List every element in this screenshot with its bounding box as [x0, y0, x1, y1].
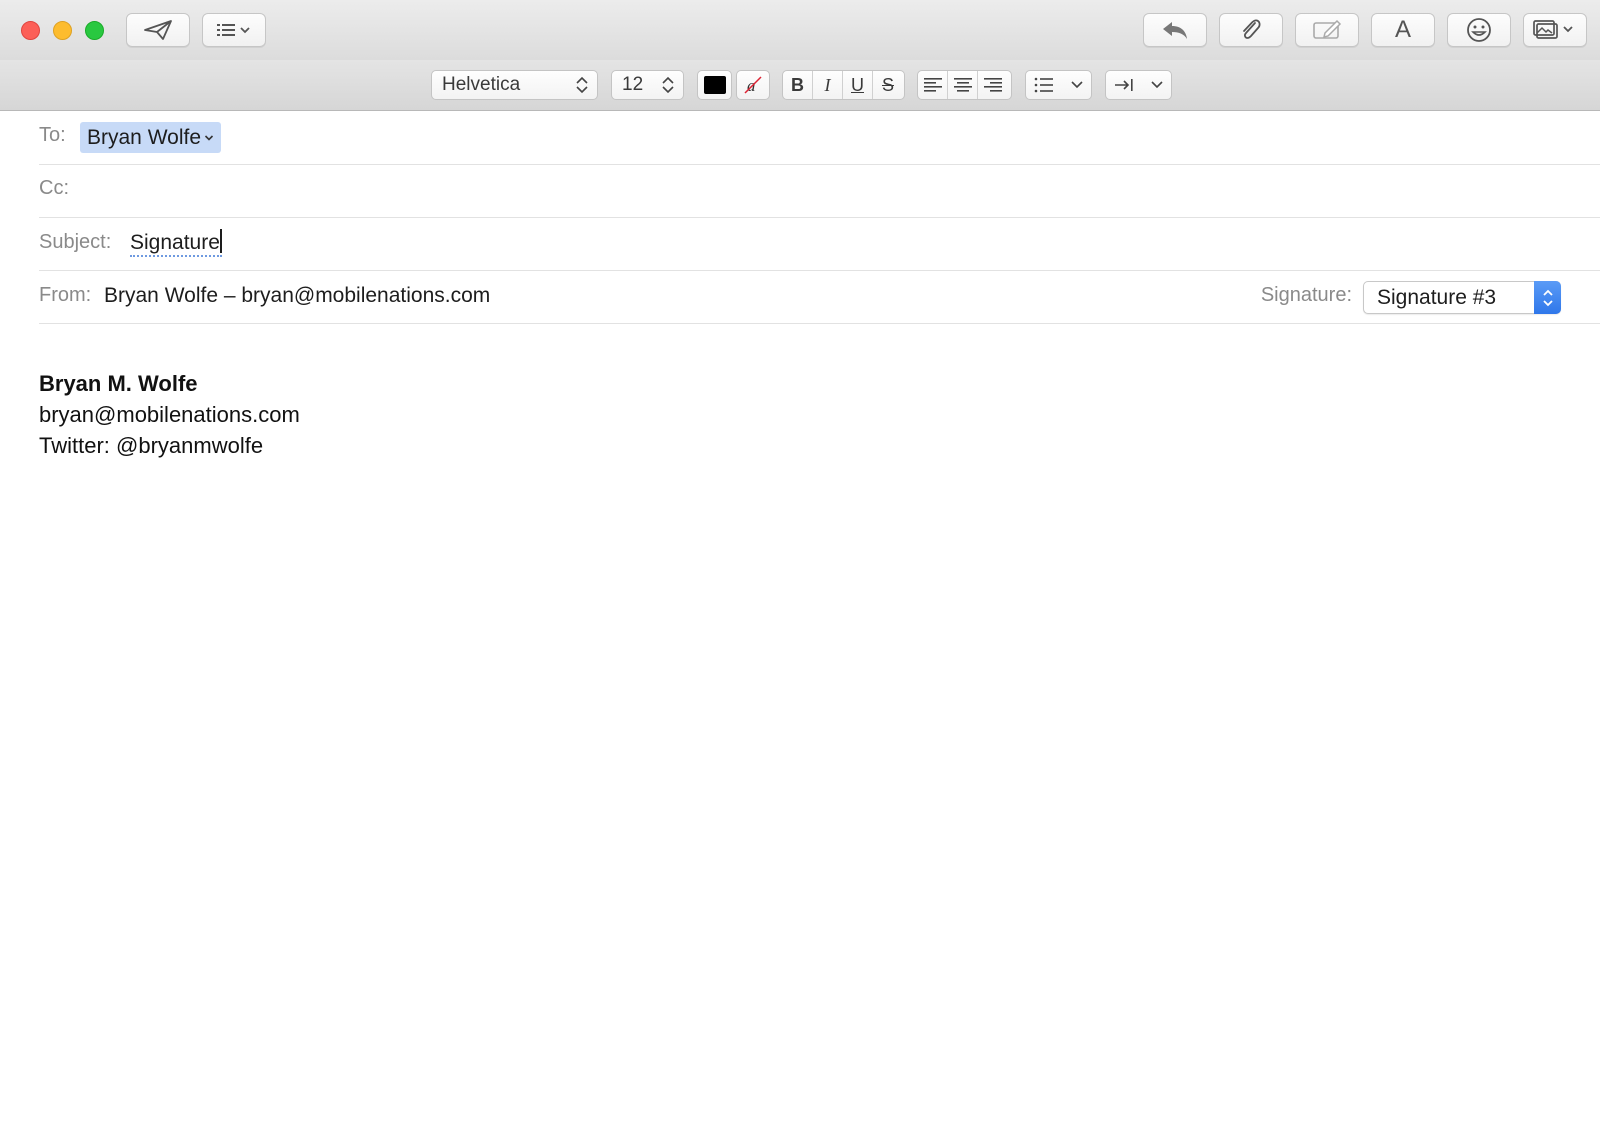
subject-value: Signature	[130, 231, 220, 254]
align-left-button[interactable]	[918, 71, 948, 99]
to-label: To:	[39, 124, 66, 146]
stepper-icon	[1534, 281, 1561, 314]
strikethrough-icon: S	[881, 74, 894, 95]
attach-button[interactable]	[1219, 13, 1283, 47]
subject-label: Subject:	[39, 231, 112, 253]
italic-button[interactable]: I	[813, 71, 843, 99]
format-bar: Helvetica 12 a B I U S	[0, 60, 1600, 111]
from-field: From: Bryan Wolfe – bryan@mobilenations.…	[39, 270, 1600, 324]
align-center-icon	[953, 78, 972, 92]
reply-button[interactable]	[1143, 13, 1207, 47]
text-style-group: B I U S	[782, 70, 905, 100]
subject-input[interactable]: Signature	[130, 229, 222, 257]
text-color-swatch	[703, 76, 726, 94]
stepper-icon	[576, 76, 588, 94]
cc-label: Cc:	[39, 177, 69, 199]
markup-icon	[1313, 19, 1342, 39]
recipient-token[interactable]: Bryan Wolfe	[80, 122, 221, 153]
signature-select[interactable]: Signature #3	[1363, 281, 1561, 314]
zoom-window-button[interactable]	[85, 21, 104, 40]
underline-button[interactable]: U	[843, 71, 873, 99]
font-size-select[interactable]: 12	[611, 70, 684, 100]
from-label: From:	[39, 284, 92, 306]
attach-icon	[1243, 19, 1261, 39]
align-right-icon	[984, 78, 1002, 92]
align-center-button[interactable]	[948, 71, 978, 99]
align-left-icon	[923, 78, 942, 92]
signature-label: Signature:	[1260, 284, 1352, 306]
message-body[interactable]: Bryan M. Wolfe bryan@mobilenations.com T…	[39, 368, 300, 461]
signature-value: Signature #3	[1377, 286, 1497, 309]
font-family-select[interactable]: Helvetica	[431, 70, 598, 100]
send-icon	[144, 20, 172, 40]
send-button[interactable]	[126, 13, 190, 47]
strikethrough-button[interactable]: S	[873, 71, 903, 99]
font-family-value: Helvetica	[442, 74, 521, 95]
underline-icon: U	[851, 74, 864, 95]
bold-icon: B	[791, 74, 804, 95]
markup-button[interactable]	[1295, 13, 1359, 47]
no-background-icon: a	[744, 76, 762, 95]
window-toolbar: A	[0, 0, 1600, 60]
chevron-down-icon	[204, 134, 214, 141]
list-icon	[1034, 77, 1054, 93]
signature-twitter: Twitter: @bryanmwolfe	[39, 433, 264, 458]
alignment-group	[917, 70, 1012, 100]
indent-icon	[1114, 79, 1133, 91]
background-color-button[interactable]: a	[736, 70, 770, 100]
svg-text:a: a	[747, 76, 756, 95]
minimize-window-button[interactable]	[53, 21, 72, 40]
signature-name: Bryan M. Wolfe	[39, 371, 198, 396]
format-icon: A	[1394, 16, 1411, 43]
format-button[interactable]: A	[1371, 13, 1435, 47]
text-color-button[interactable]	[697, 70, 732, 100]
close-window-button[interactable]	[21, 21, 40, 40]
chevron-down-icon	[1071, 81, 1083, 89]
from-account-select[interactable]: Bryan Wolfe – bryan@mobilenations.com	[104, 284, 490, 308]
font-size-value: 12	[622, 74, 644, 95]
indent-menu[interactable]	[1105, 70, 1172, 100]
bold-button[interactable]: B	[783, 71, 813, 99]
chevron-down-icon	[1151, 81, 1163, 89]
reply-icon	[1163, 22, 1187, 39]
text-cursor	[219, 229, 222, 253]
cc-field[interactable]: Cc:	[39, 164, 1600, 218]
italic-icon: I	[824, 74, 831, 95]
photo-browser-button[interactable]	[1523, 13, 1587, 47]
header-fields-icon	[217, 24, 250, 36]
signature-email: bryan@mobilenations.com	[39, 402, 300, 427]
to-field[interactable]: To: Bryan Wolfe	[39, 111, 1600, 165]
align-right-button[interactable]	[978, 71, 1008, 99]
subject-field[interactable]: Subject: Signature	[39, 217, 1600, 271]
header-fields-button[interactable]	[202, 13, 266, 47]
photo-browser-icon	[1533, 20, 1573, 39]
emoji-icon	[1467, 18, 1491, 42]
emoji-button[interactable]	[1447, 13, 1511, 47]
recipient-name: Bryan Wolfe	[87, 125, 201, 149]
stepper-icon	[662, 76, 674, 94]
list-style-menu[interactable]	[1025, 70, 1092, 100]
